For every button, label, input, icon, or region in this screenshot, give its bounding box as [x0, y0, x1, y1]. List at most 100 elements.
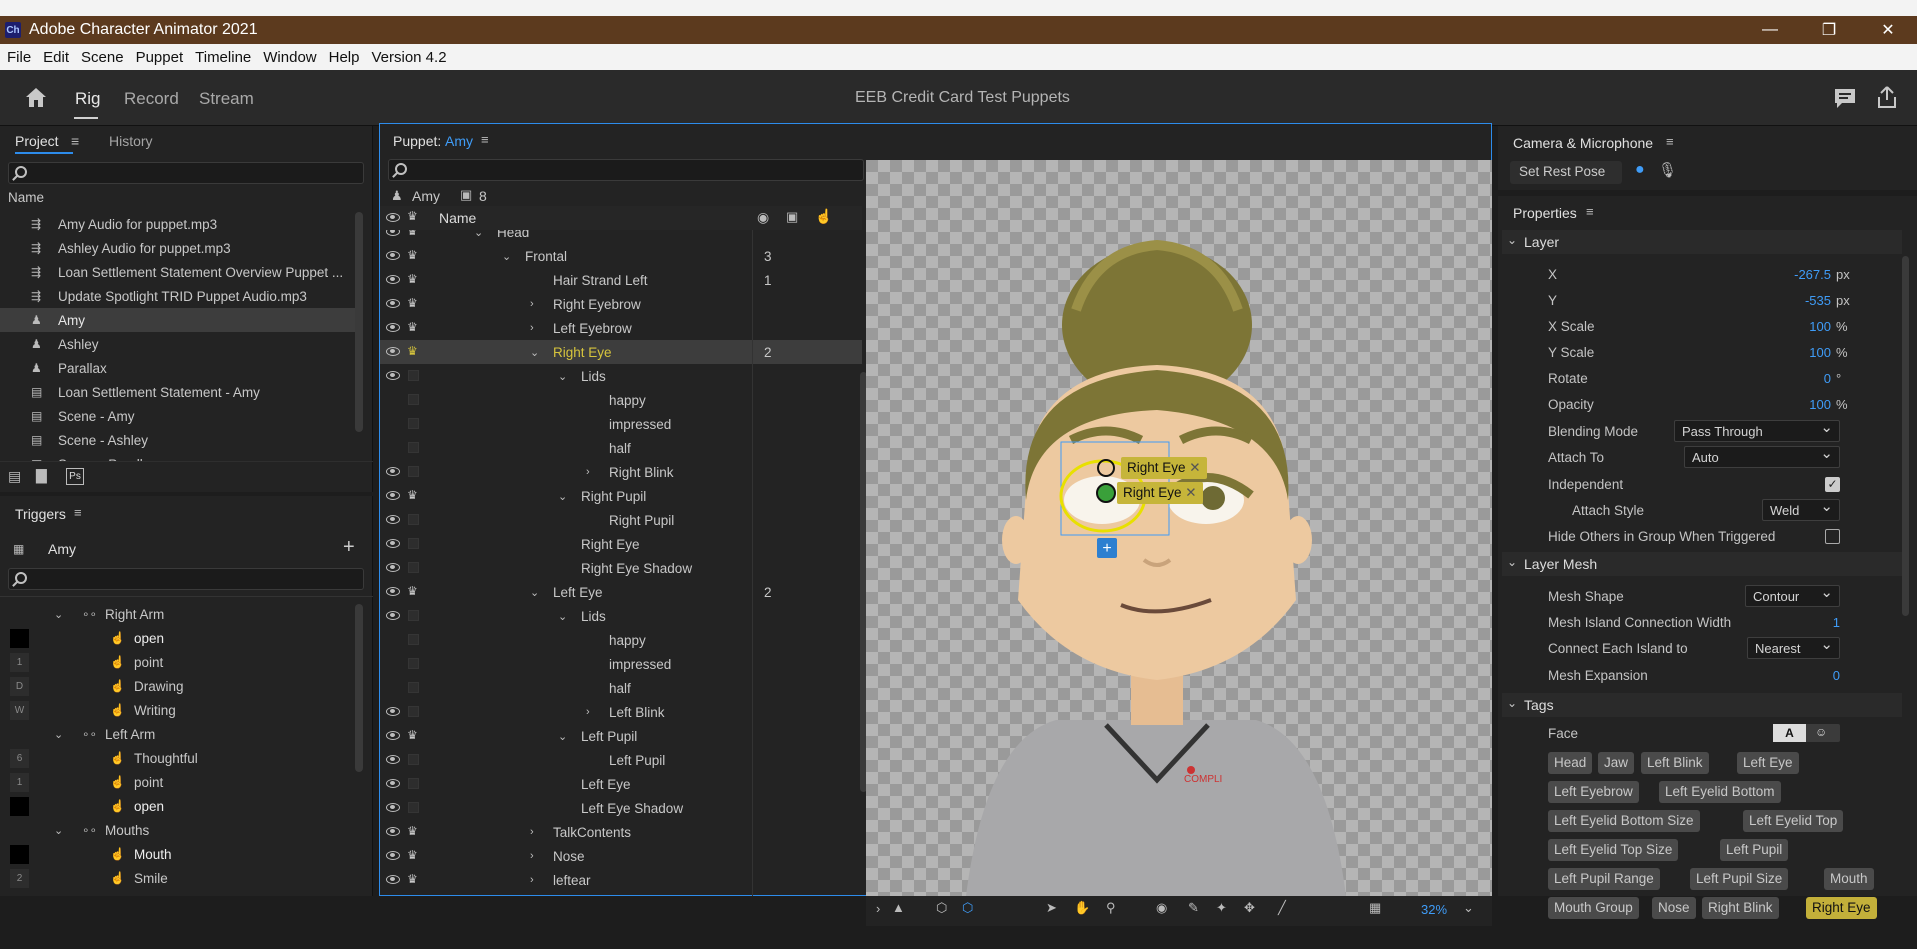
independence-toggle[interactable] — [408, 442, 419, 453]
chevron-down-icon[interactable]: ⌄ — [530, 346, 539, 359]
microphone-icon[interactable]: 🎙 — [1658, 161, 1677, 179]
warning-icon[interactable]: ▲ — [892, 900, 905, 915]
layer-row[interactable]: ♛ › TalkContents — [380, 820, 862, 844]
trigger-group[interactable]: ⌄ ∘∘ Left Arm — [0, 722, 355, 746]
chevron-down-icon[interactable]: ⌄ — [558, 370, 567, 383]
visibility-toggle-icon[interactable] — [386, 467, 400, 476]
trigger-item[interactable]: 1 ☝ point — [0, 770, 355, 794]
independence-toggle[interactable] — [408, 634, 419, 645]
tag-chip[interactable]: Left Eye — [1737, 752, 1799, 774]
independence-toggle[interactable] — [408, 394, 419, 405]
chevron-down-icon[interactable]: ⌄ — [54, 824, 63, 837]
independence-toggle[interactable] — [408, 562, 419, 573]
visibility-toggle-icon[interactable] — [386, 755, 400, 764]
pin-tool-icon[interactable]: ✦ — [1216, 900, 1227, 916]
layer-row[interactable]: ⌄ Lids — [380, 364, 862, 388]
layer-row[interactable]: half — [380, 436, 862, 460]
independent-crown-icon[interactable]: ♛ — [407, 273, 421, 285]
puppet-canvas[interactable]: + Right Eye ✕ Right Eye ✕ COMPLI — [866, 160, 1492, 896]
project-item[interactable]: ⇶ Ashley Audio for puppet.mp3 — [0, 236, 355, 260]
independence-toggle[interactable] — [408, 682, 419, 693]
project-item[interactable]: ⇶ Amy Audio for puppet.mp3 — [0, 212, 355, 236]
layer-row[interactable]: ♛ ⌄ Right Eye 2 — [380, 340, 862, 364]
independent-checkbox[interactable]: ✓ — [1825, 477, 1840, 492]
layer-row[interactable]: Right Pupil — [380, 508, 862, 532]
independence-toggle[interactable] — [408, 418, 419, 429]
visibility-toggle-icon[interactable] — [386, 731, 400, 740]
layer-row[interactable]: ♛ › Right Eyebrow — [380, 292, 862, 316]
tag-chip[interactable]: Mouth Group — [1548, 897, 1639, 919]
project-item[interactable]: ▤ Scene - Ashley — [0, 428, 355, 452]
chevron-down-icon[interactable]: ⌄ — [54, 728, 63, 741]
layer-row[interactable]: › Left Blink — [380, 700, 862, 724]
project-item[interactable]: ⇶ Update Spotlight TRID Puppet Audio.mp3 — [0, 284, 355, 308]
handle-label-right-eye-2[interactable]: Right Eye ✕ — [1117, 482, 1203, 504]
chevron-down-icon[interactable]: ⌄ — [474, 230, 483, 239]
layer-row[interactable]: Left Eye — [380, 772, 862, 796]
visibility-toggle-icon[interactable] — [386, 371, 400, 380]
hand-tool-icon[interactable]: ✋ — [1074, 900, 1090, 916]
close-icon[interactable]: ✕ — [1185, 485, 1196, 500]
attach-to-select[interactable]: Auto — [1684, 444, 1840, 468]
trigger-item[interactable]: ☝ open — [0, 626, 355, 650]
chevron-right-icon[interactable]: › — [586, 466, 590, 478]
dragger-tool-icon[interactable]: ✥ — [1244, 900, 1255, 916]
triggers-scrollbar[interactable] — [355, 604, 363, 772]
layer-row[interactable]: ♛ ⌄ Left Eye 2 — [380, 580, 862, 604]
layer-row[interactable]: Right Eye Shadow — [380, 556, 862, 580]
independence-toggle[interactable] — [408, 514, 419, 525]
project-scrollbar[interactable] — [355, 212, 363, 432]
chevron-down-icon[interactable]: ⌄ — [558, 490, 567, 503]
tags-view-toggle[interactable]: A ☺ — [1773, 724, 1840, 742]
prop-xscale-value[interactable]: 100 — [1740, 319, 1831, 334]
triggers-menu-icon[interactable]: ≡ — [74, 505, 82, 520]
layer-row[interactable]: impressed — [380, 652, 862, 676]
trigger-key[interactable] — [10, 844, 29, 864]
expand-icon[interactable]: › — [876, 901, 880, 916]
layer-row[interactable]: half — [380, 676, 862, 700]
project-item[interactable]: ▤ Loan Settlement Statement - Amy — [0, 380, 355, 404]
layer-row[interactable]: ♛ ⌄ Right Pupil — [380, 484, 862, 508]
tag-chip[interactable]: Right Eye — [1806, 897, 1877, 919]
visibility-toggle-icon[interactable] — [386, 875, 400, 884]
text-view-button[interactable]: A — [1773, 724, 1806, 742]
visibility-toggle-icon[interactable] — [386, 515, 400, 524]
target-icon[interactable]: ◉ — [757, 209, 769, 226]
tag-chip[interactable]: Left Pupil Range — [1548, 868, 1660, 890]
tag-chip[interactable]: Left Eyelid Top Size — [1548, 839, 1679, 861]
puppet-search-input[interactable] — [388, 159, 864, 181]
independence-toggle[interactable] — [408, 370, 419, 381]
trigger-group[interactable]: ⌄ ∘∘ Mouths — [0, 818, 355, 842]
tag-chip[interactable]: Left Blink — [1641, 752, 1709, 774]
independence-toggle[interactable] — [408, 466, 419, 477]
independence-toggle[interactable] — [408, 538, 419, 549]
tag-chip[interactable]: Left Eyelid Top — [1743, 810, 1844, 832]
independent-crown-icon[interactable]: ♛ — [407, 297, 421, 309]
layer-row[interactable]: ♛›rightear — [380, 892, 862, 896]
set-rest-pose-button[interactable]: Set Rest Pose — [1510, 161, 1622, 184]
layer-mesh-section-header[interactable]: ⌄ Layer Mesh — [1502, 552, 1902, 576]
visibility-toggle-icon[interactable] — [386, 347, 400, 356]
mesh-expansion-value[interactable]: 0 — [1800, 668, 1840, 683]
visibility-toggle-icon[interactable] — [386, 803, 400, 812]
menu-window[interactable]: Window — [263, 49, 316, 66]
trigger-item[interactable]: 2 ☝ Smile — [0, 866, 355, 890]
layer-row[interactable]: Left Eye Shadow — [380, 796, 862, 820]
chevron-down-icon[interactable]: ⌄ — [54, 608, 63, 621]
layer-row[interactable]: ♛ ⌄ Left Pupil — [380, 724, 862, 748]
chevron-down-icon[interactable]: ⌄ — [558, 730, 567, 743]
attach-style-select[interactable]: Weld — [1762, 497, 1840, 521]
layer-row[interactable]: Left Pupil — [380, 748, 862, 772]
stick-tool-icon[interactable]: ╱ — [1278, 900, 1286, 916]
independent-crown-icon[interactable]: ♛ — [407, 849, 421, 861]
project-item[interactable]: ♟ Ashley — [0, 332, 355, 356]
prop-opacity-value[interactable]: 100 — [1740, 397, 1831, 412]
tag-chip[interactable]: Head — [1548, 752, 1593, 774]
select-tool-icon[interactable]: ➤ — [1046, 900, 1057, 916]
camera-icon[interactable]: ▣ — [786, 209, 798, 225]
independence-toggle[interactable] — [408, 610, 419, 621]
trigger-key[interactable]: 2 — [10, 868, 29, 888]
chevron-right-icon[interactable]: › — [530, 322, 534, 334]
restore-button[interactable]: ❐ — [1805, 16, 1853, 44]
independence-toggle[interactable] — [408, 802, 419, 813]
